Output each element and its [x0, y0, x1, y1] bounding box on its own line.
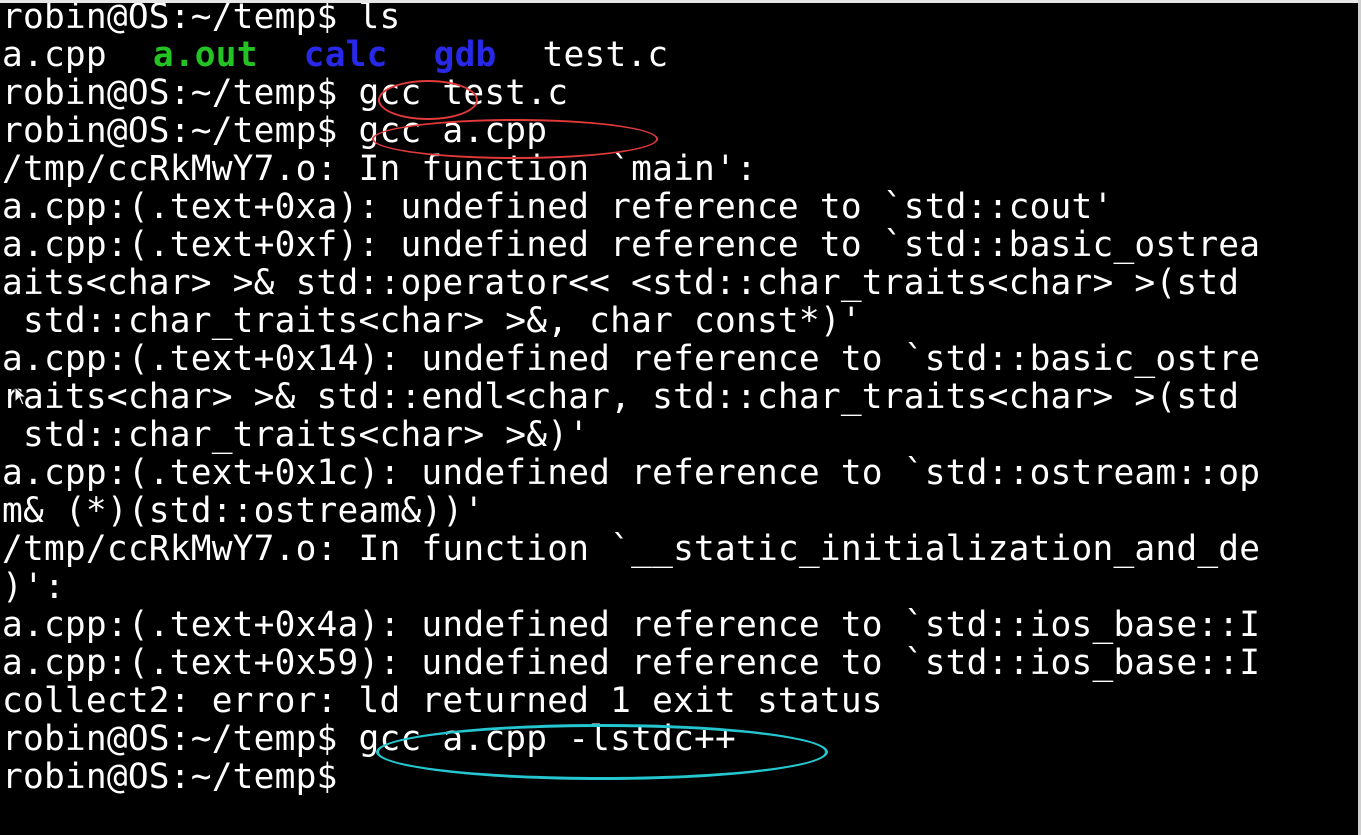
file-a-cpp: a.cpp — [2, 35, 107, 75]
mouse-pointer-icon — [14, 386, 28, 406]
ls-output-line: a.cpp a.out calc gdb test.c — [2, 36, 668, 74]
terminal-line-7: aits<char> >& std::operator<< <std::char… — [2, 263, 1240, 303]
terminal-line-6: a.cpp:(.text+0xf): undefined reference t… — [2, 225, 1261, 265]
terminal-line-13: m& (*)(std::ostream&))' — [2, 491, 485, 531]
terminal-line-16: a.cpp:(.text+0x4a): undefined reference … — [2, 605, 1261, 645]
terminal-line-2: robin@OS:~/temp$ gcc test.c — [2, 73, 569, 113]
terminal-line-5: a.cpp:(.text+0xa): undefined reference t… — [2, 187, 1114, 227]
terminal-line-9: a.cpp:(.text+0x14): undefined reference … — [2, 339, 1261, 379]
terminal-line-3: robin@OS:~/temp$ gcc a.cpp — [2, 111, 548, 151]
terminal-line-11: std::char_traits<char> >&)' — [2, 415, 590, 455]
terminal-line-19: robin@OS:~/temp$ gcc a.cpp -lstdc++ — [2, 719, 736, 759]
terminal-line-0: robin@OS:~/temp$ ls — [2, 0, 401, 37]
window-top-edge — [0, 0, 1361, 3]
terminal-line-12: a.cpp:(.text+0x1c): undefined reference … — [2, 453, 1261, 493]
file-test-c: test.c — [542, 35, 669, 75]
terminal-line-18: collect2: error: ld returned 1 exit stat… — [2, 681, 883, 721]
terminal-line-10: raits<char> >& std::endl<char, std::char… — [2, 377, 1240, 417]
terminal-line-15: )': — [2, 567, 65, 607]
terminal-line-14: /tmp/ccRkMwY7.o: In function `__static_i… — [2, 529, 1261, 569]
dir-gdb: gdb — [433, 35, 497, 75]
terminal-line-4: /tmp/ccRkMwY7.o: In function `main': — [2, 149, 757, 189]
terminal-line-17: a.cpp:(.text+0x59): undefined reference … — [2, 643, 1261, 683]
terminal-line-20: robin@OS:~/temp$ — [2, 757, 338, 797]
dir-calc: calc — [303, 35, 388, 75]
file-a-out: a.out — [152, 35, 258, 75]
terminal-line-8: std::char_traits<char> >&, char const*)' — [2, 301, 862, 341]
terminal-window[interactable]: robin@OS:~/temp$ ls a.cpp a.out calc gdb tes… — [0, 0, 1361, 835]
